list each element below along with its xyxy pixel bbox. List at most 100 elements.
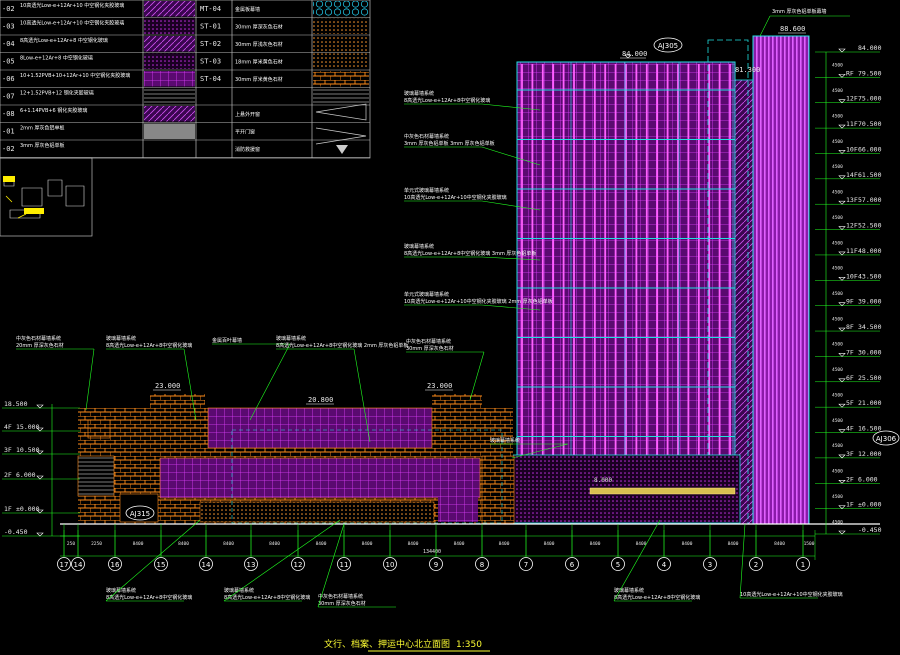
legend-desc: 10高透光Low-e+12Ar+10 中空钢化夹胶玻璃 xyxy=(20,20,124,27)
level-symbol xyxy=(838,403,846,408)
level-floor: 8F xyxy=(846,323,854,331)
axis-bubble[interactable]: 11 xyxy=(337,524,351,571)
legend-swatch-2 xyxy=(313,18,369,34)
axis-label: 9 xyxy=(434,561,438,569)
level-mark: -0.450 xyxy=(2,528,80,537)
legend-swatch xyxy=(144,141,195,157)
axis-label: 6 xyxy=(570,561,575,569)
level-mark: 7F 30.000 4500 xyxy=(815,348,882,373)
dim-value: 8400 xyxy=(362,541,373,547)
level-gap: 4500 xyxy=(832,342,843,348)
key-plan-marker xyxy=(5,195,27,219)
legend-row: -03 10高透光Low-e+12Ar+10 中空钢化夹胶玻璃 ST-01 30mm … xyxy=(0,18,370,36)
level-value: ±0.000 xyxy=(858,501,882,509)
axis-bubble[interactable]: 3 xyxy=(703,524,717,571)
dim-value: 8400 xyxy=(590,541,601,547)
level-mark: 14F 61.500 4500 xyxy=(815,171,882,196)
drawing-title: 文行、档案、押运中心北立面图 xyxy=(324,638,450,650)
rescue-window-symbol xyxy=(336,145,348,154)
level-value: 6.000 xyxy=(16,471,36,479)
level-symbol xyxy=(838,99,846,104)
level-symbol xyxy=(838,150,846,154)
axis-bubble[interactable]: 4 xyxy=(657,524,671,571)
level-gap: 4500 xyxy=(832,190,843,196)
elevation-value: 81.300 xyxy=(735,66,760,74)
annotation: 中灰色石材幕墙系统20mm 厚深灰色石材 xyxy=(16,335,95,411)
axis-bubble[interactable]: 17 xyxy=(57,524,71,571)
axis-label: 12 xyxy=(294,561,303,569)
elevation-value: 8.000 xyxy=(594,477,612,484)
axis-bubble[interactable]: 12 xyxy=(291,524,305,571)
section-tag-right[interactable]: AJ306 xyxy=(872,430,900,446)
dim-value: 8400 xyxy=(454,541,465,547)
axis-bubble[interactable]: 7 xyxy=(519,524,533,571)
axis-bubble[interactable]: 5 xyxy=(611,524,625,571)
legend-code-2: ST-02 xyxy=(200,40,221,48)
dim-value: 8400 xyxy=(682,541,693,547)
level-symbol xyxy=(838,327,846,332)
section-tag-bottom[interactable]: AJ315 xyxy=(125,505,155,521)
level-floor: 11F xyxy=(846,247,858,255)
dim-value: 8400 xyxy=(133,541,144,547)
level-value: -0.450 xyxy=(4,528,28,536)
axis-label: 17 xyxy=(60,561,69,569)
legend-swatch xyxy=(144,1,195,17)
level-symbol xyxy=(838,251,846,256)
legend-swatch-2 xyxy=(313,1,369,17)
level-floor: 12F xyxy=(846,222,858,230)
level-value: 34.500 xyxy=(858,323,882,331)
annotation-text: 玻璃幕墙系统 xyxy=(106,335,136,342)
podium-mid-elevation: 20.800 xyxy=(306,396,334,405)
axis-bubble[interactable]: 10 xyxy=(383,524,397,571)
axis-bubble[interactable]: 15 xyxy=(154,524,168,571)
legend-desc-2: 金属板幕墙 xyxy=(235,6,260,13)
legend-code-2: ST-04 xyxy=(200,75,221,83)
level-floor: 12F xyxy=(846,95,858,103)
podium-right-elevation: 23.000 xyxy=(425,382,453,391)
level-floor: 9F xyxy=(846,298,854,306)
level-value: 39.000 xyxy=(858,298,882,306)
level-value: 48.000 xyxy=(858,247,882,255)
grid-axis-bubbles: 17 14 16 15 14 13 12 11 10 9 8 7 6 5 4 3 2 1 xyxy=(57,524,810,571)
axis-bubble[interactable]: 9 xyxy=(429,524,443,571)
legend-desc: 12+1.52PVB+12 钢化夹胶玻璃 xyxy=(20,90,94,97)
annotation-text: 玻璃幕墙系统 xyxy=(490,437,520,444)
level-floor: 1F xyxy=(846,501,854,509)
level-symbol xyxy=(838,277,846,281)
annotation-text: 8高透光Low-e+12Ar+8中空钢化玻璃 xyxy=(106,342,192,349)
level-mark: 3F 10.500 xyxy=(2,446,80,455)
level-gap: 4500 xyxy=(832,443,843,449)
axis-bubble[interactable]: 1 xyxy=(796,524,810,571)
axis-bubble[interactable]: 8 xyxy=(475,524,489,571)
axis-bubble[interactable]: 14 xyxy=(71,524,85,571)
annotation-text: 30mm 厚深灰色石材 xyxy=(318,600,366,607)
level-mark: 5F 21.000 4500 xyxy=(815,399,882,424)
axis-bubble[interactable]: 2 xyxy=(749,524,763,571)
note-text: 3mm 厚灰色铝单板幕墙 xyxy=(772,8,827,15)
legend-desc: 6+1.14PVB+6 钢化夹胶玻璃 xyxy=(20,107,87,114)
leader-line xyxy=(16,348,95,411)
elevation-value: 88.600 xyxy=(780,25,805,33)
legend-desc: 8Low-e+12Ar+8 中空钢化玻璃 xyxy=(20,55,93,62)
legend-row: -02 3mm 厚灰色铝单板消防救援窗 xyxy=(0,141,370,158)
level-floor: 2F xyxy=(846,475,854,483)
elevation-value: 23.000 xyxy=(427,382,452,390)
level-mark: 11F 70.500 4500 xyxy=(815,120,882,145)
axis-bubble[interactable]: 6 xyxy=(565,524,579,571)
axis-bubble[interactable]: 16 xyxy=(108,524,122,571)
annotation-text: 中灰色石材幕墙系统 xyxy=(16,335,61,342)
level-gap: 4500 xyxy=(832,519,843,525)
axis-bubble[interactable]: 14 xyxy=(199,524,213,571)
legend-code: -01 xyxy=(2,128,15,136)
tag-label: AJ315 xyxy=(130,510,150,518)
podium-left-elevation: 23.000 xyxy=(153,382,181,391)
level-mark: 2F 6.000 xyxy=(2,471,80,480)
axis-bubble[interactable]: 13 xyxy=(244,524,258,571)
annotation-text: 玻璃幕墙系统 xyxy=(404,90,434,97)
level-mark: 9F 39.000 4500 xyxy=(815,298,882,322)
level-gap: 4500 xyxy=(832,63,843,69)
drawing-canvas[interactable]: -02 10高透光Low-e+12Ar+10 中空钢化夹胶玻璃 MT-04 金属板幕墙… xyxy=(0,0,900,655)
section-tag-top[interactable]: AJ305 xyxy=(653,37,683,53)
legend-code-2: MT-04 xyxy=(200,5,221,13)
axis-label: 10 xyxy=(386,561,395,569)
